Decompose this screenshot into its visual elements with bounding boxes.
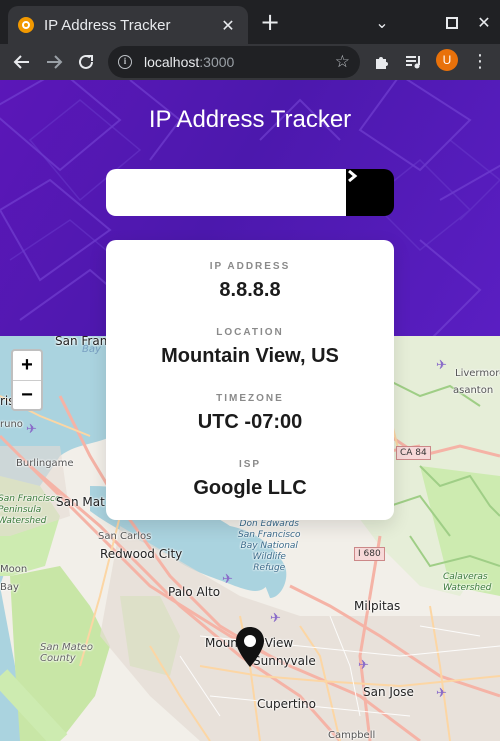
- timezone-value: UTC -07:00: [197, 411, 303, 433]
- road-shield-ca84: CA 84: [396, 446, 431, 460]
- browser-toolbar: i localhost :3000 ☆ U ⋮: [0, 44, 500, 80]
- new-tab-button[interactable]: +: [258, 10, 282, 36]
- map-label-runo: runo: [0, 419, 23, 430]
- airport-icon: ✈: [436, 686, 447, 701]
- ip-address-value: 8.8.8.8: [219, 279, 281, 301]
- site-info-icon[interactable]: i: [118, 55, 132, 69]
- map-label-calaveras-watershed: Calaveras Watershed: [443, 572, 492, 593]
- map-label-moon: Moon: [0, 564, 28, 575]
- map-label-palo-alto: Palo Alto: [168, 585, 221, 599]
- isp-label: ISP: [238, 459, 262, 470]
- location-label: LOCATION: [216, 327, 284, 338]
- zoom-in-button[interactable]: +: [13, 351, 41, 380]
- road-shield-i680: I 680: [354, 547, 385, 561]
- airport-icon: ✈: [26, 422, 37, 437]
- map-label-milpitas: Milpitas: [354, 599, 401, 613]
- ip-info-card: IP ADDRESS 8.8.8.8 LOCATION Mountain Vie…: [106, 240, 394, 520]
- zoom-out-button[interactable]: −: [13, 380, 41, 409]
- media-queue-icon[interactable]: [400, 48, 428, 76]
- forward-arrow-icon[interactable]: [40, 48, 68, 76]
- back-arrow-icon[interactable]: [8, 48, 36, 76]
- page-title: IP Address Tracker: [148, 106, 352, 133]
- map-label-cupertino: Cupertino: [257, 697, 316, 711]
- url-port: :3000: [199, 54, 235, 70]
- map-label-san-mateo: San Mat: [56, 495, 105, 509]
- map-label-san-carlos: San Carlos: [98, 531, 152, 542]
- restore-window-icon[interactable]: [440, 10, 464, 36]
- tab-search-chevron-icon[interactable]: ⌄: [370, 10, 394, 36]
- browser-tab[interactable]: IP Address Tracker ✕: [8, 6, 248, 44]
- bookmark-star-icon[interactable]: ☆: [335, 52, 350, 72]
- browser-menu-icon[interactable]: ⋮: [466, 48, 494, 76]
- map-label-bay: Bay: [82, 344, 101, 355]
- map-label-sf-peninsula-watershed: San Francisco Peninsula Watershed: [0, 494, 61, 526]
- map-label-san-jose: San Jose: [363, 685, 414, 699]
- extensions-puzzle-icon[interactable]: [368, 48, 396, 76]
- map-label-san-mateo-county: San Mateo County: [40, 642, 93, 664]
- timezone-block: TIMEZONE UTC -07:00: [106, 393, 394, 434]
- ip-search-input[interactable]: [106, 169, 347, 216]
- location-block: LOCATION Mountain View, US: [106, 327, 394, 368]
- url-host: localhost: [144, 54, 200, 70]
- ip-address-label: IP ADDRESS: [209, 261, 291, 272]
- map-label-livermore: Livermore: [455, 368, 500, 379]
- tab-title: IP Address Tracker: [44, 16, 171, 34]
- search-submit-button[interactable]: [346, 169, 394, 216]
- map-label-redwood-city: Redwood City: [100, 547, 183, 561]
- airport-icon: ✈: [270, 611, 281, 626]
- reload-icon[interactable]: [72, 48, 100, 76]
- chevron-right-icon: [348, 169, 358, 183]
- airport-icon: ✈: [436, 358, 447, 373]
- airport-icon: ✈: [222, 572, 233, 587]
- close-tab-icon[interactable]: ✕: [218, 16, 238, 35]
- browser-tabstrip: IP Address Tracker ✕ + ⌄ ✕: [0, 0, 500, 44]
- ip-address-block: IP ADDRESS 8.8.8.8: [106, 261, 394, 302]
- map-zoom-control: + −: [11, 349, 43, 411]
- favicon-icon: [18, 17, 34, 33]
- isp-block: ISP Google LLC: [106, 459, 394, 500]
- map-label-bay-left: Bay: [0, 582, 19, 593]
- map-label-campbell: Campbell: [328, 730, 376, 741]
- location-marker-icon[interactable]: [234, 626, 266, 668]
- airport-icon: ✈: [358, 658, 369, 673]
- timezone-label: TIMEZONE: [216, 393, 284, 404]
- map-label-pleasanton: asanton: [453, 385, 494, 396]
- profile-avatar[interactable]: U: [436, 49, 458, 71]
- isp-value: Google LLC: [193, 477, 307, 499]
- map-label-burlingame: Burlingame: [16, 458, 74, 469]
- location-value: Mountain View, US: [161, 345, 339, 367]
- map-label-don-edwards-refuge: Don Edwards San Francisco Bay National W…: [238, 519, 301, 573]
- address-bar[interactable]: i localhost :3000 ☆: [108, 46, 360, 78]
- close-window-icon[interactable]: ✕: [472, 10, 496, 36]
